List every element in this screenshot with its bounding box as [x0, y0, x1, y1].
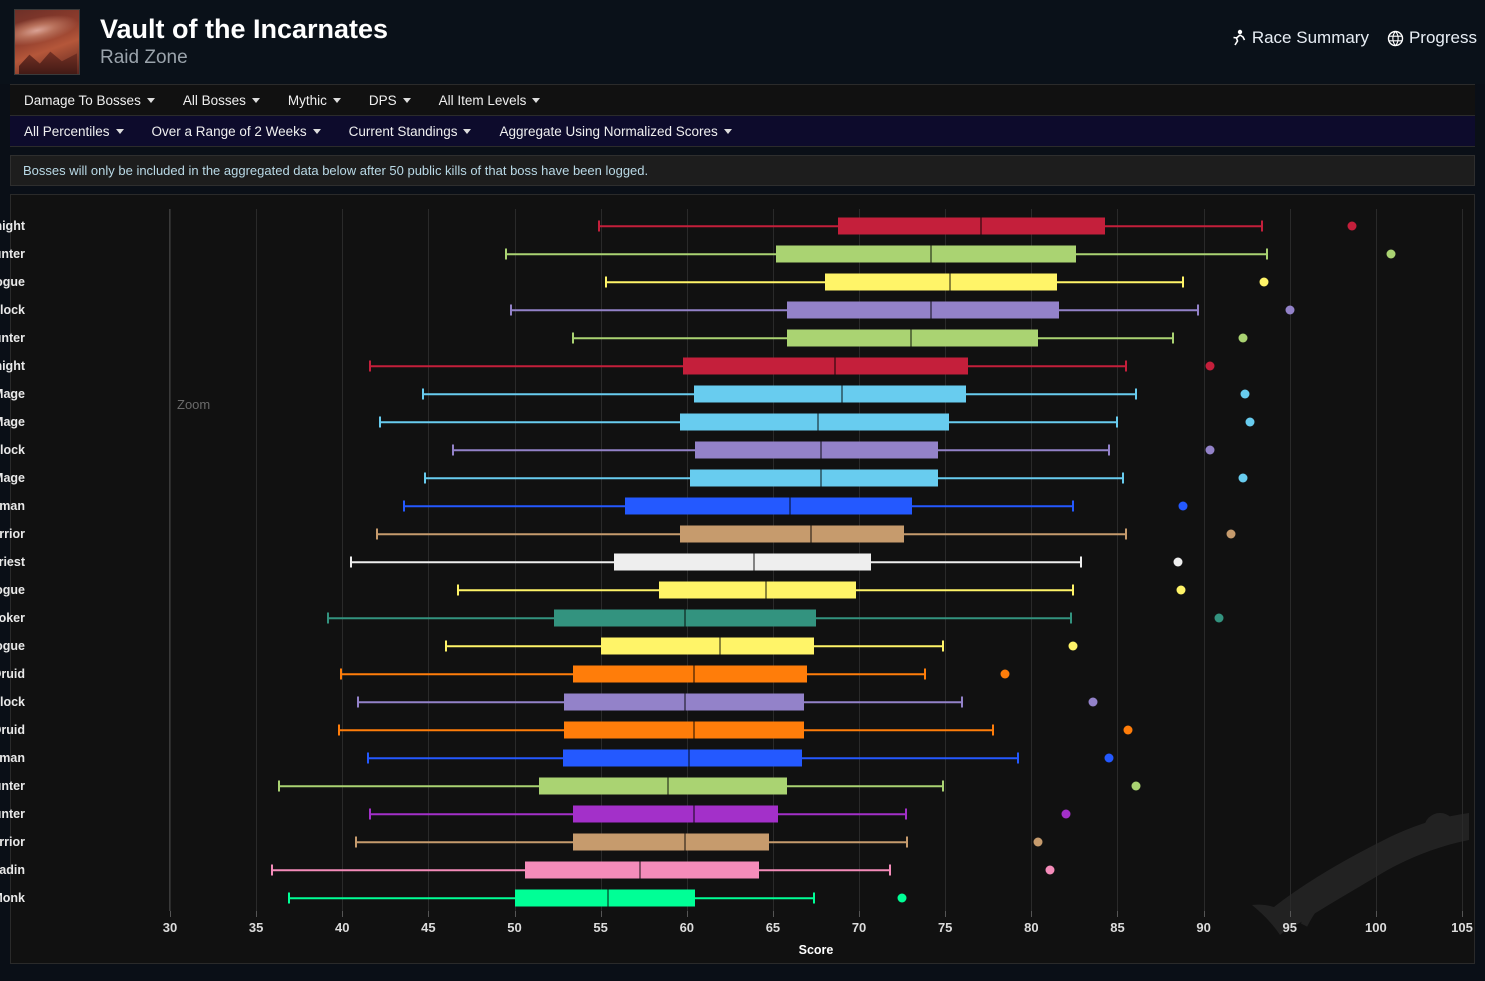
- globe-icon: [1387, 30, 1404, 47]
- median-line: [606, 889, 609, 907]
- chevron-down-icon: [532, 97, 541, 103]
- filter-primary-2[interactable]: Mythic: [274, 93, 355, 108]
- primary-filter-bar: Damage To Bosses All Bosses Mythic DPS All I…: [10, 84, 1475, 116]
- race-summary-label: Race Summary: [1251, 28, 1369, 47]
- filter-secondary-0[interactable]: All Percentiles: [10, 124, 138, 139]
- filter-label: All Percentiles: [24, 123, 110, 139]
- chevron-down-icon: [115, 128, 124, 134]
- outlier-point[interactable]: [897, 893, 907, 903]
- secondary-filter-bar: All Percentiles Over a Range of 2 Weeks Cu…: [10, 116, 1475, 147]
- filter-secondary-2[interactable]: Current Standings: [335, 124, 486, 139]
- chevron-down-icon: [251, 97, 260, 103]
- boxplot-canvas: 3035404550556065707580859095100105ScoreU…: [0, 195, 1474, 963]
- runner-icon: [1231, 29, 1247, 47]
- chevron-down-icon: [402, 97, 411, 103]
- filter-primary-4[interactable]: All Item Levels: [425, 93, 555, 108]
- filter-primary-1[interactable]: All Bosses: [169, 93, 274, 108]
- info-notice: Bosses will only be included in the aggr…: [10, 155, 1475, 186]
- filter-label: Over a Range of 2 Weeks: [151, 123, 307, 139]
- header-links: Race Summary Progress: [1231, 28, 1477, 48]
- zone-header: Vault of the Incarnates Raid Zone Race S…: [0, 0, 1485, 84]
- chevron-down-icon: [723, 128, 732, 134]
- race-summary-link[interactable]: Race Summary: [1231, 28, 1369, 48]
- chevron-down-icon: [332, 97, 341, 103]
- page-title: Vault of the Incarnates: [100, 13, 389, 44]
- filter-label: DPS: [368, 92, 397, 108]
- chevron-down-icon: [312, 128, 321, 134]
- filter-primary-3[interactable]: DPS: [355, 93, 425, 108]
- filter-secondary-3[interactable]: Aggregate Using Normalized Scores: [485, 124, 745, 139]
- filter-primary-0[interactable]: Damage To Bosses: [10, 93, 169, 108]
- chart-panel: Zoom 30 35 40 45 50 55 60 65 70 75 80 85 90 95 100 105 S…: [0, 194, 1475, 964]
- whisker-cap-max: [813, 892, 816, 904]
- filter-label: All Item Levels: [438, 92, 527, 108]
- page-root: Vault of the Incarnates Raid Zone Race S…: [0, 0, 1485, 981]
- progress-link[interactable]: Progress: [1387, 28, 1477, 48]
- zone-thumbnail: [14, 9, 80, 75]
- filter-label: Damage To Bosses: [24, 92, 141, 108]
- filter-label: Aggregate Using Normalized Scores: [499, 123, 718, 139]
- filter-secondary-1[interactable]: Over a Range of 2 Weeks: [138, 124, 335, 139]
- progress-label: Progress: [1408, 28, 1477, 47]
- boxplot-row: [11, 195, 1474, 963]
- filter-label: All Bosses: [182, 92, 246, 108]
- filter-label: Mythic: [287, 92, 327, 108]
- filter-label: Current Standings: [348, 123, 458, 139]
- whisker-cap-min: [287, 892, 290, 904]
- chevron-down-icon: [146, 97, 155, 103]
- box-iqr[interactable]: [514, 889, 696, 907]
- page-subtitle: Raid Zone: [100, 47, 188, 69]
- zone-title-block: Vault of the Incarnates Raid Zone: [100, 13, 389, 70]
- chevron-down-icon: [463, 128, 472, 134]
